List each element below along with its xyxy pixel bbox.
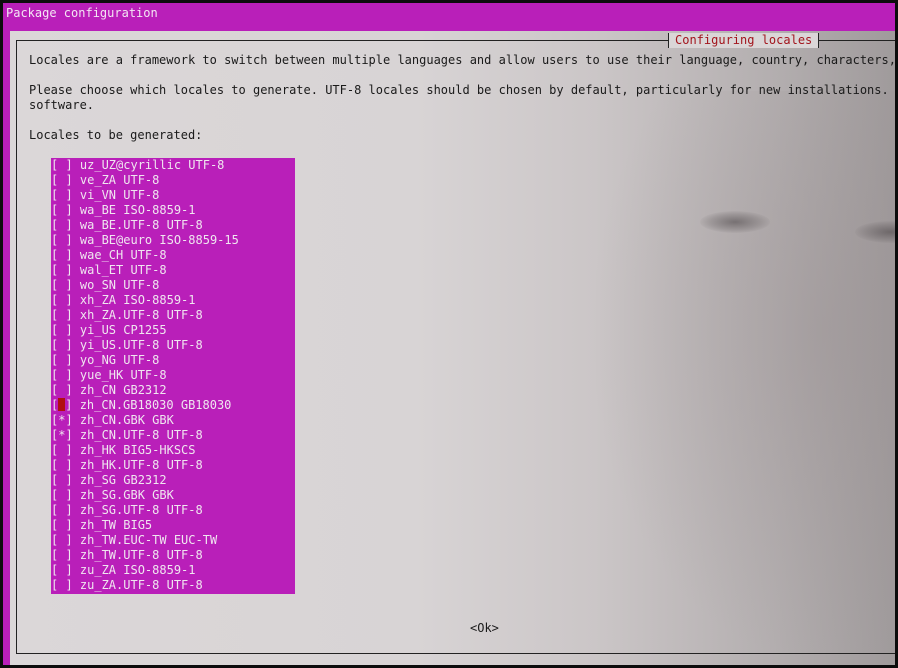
locale-label: wo_SN UTF-8	[72, 278, 160, 292]
locale-label: zu_ZA.UTF-8 UTF-8	[72, 578, 203, 592]
locale-label: yue_HK UTF-8	[72, 368, 167, 382]
locale-list-item[interactable]: [*] zh_CN.GBK GBK	[51, 413, 174, 428]
checkbox-unchecked[interactable]: [ ]	[51, 278, 73, 293]
locale-list-item[interactable]: [ ] zh_CN GB2312	[51, 383, 167, 398]
locale-label: zh_CN.GBK GBK	[72, 413, 174, 427]
locale-list-item[interactable]: [] zh_CN.GB18030 GB18030	[51, 398, 231, 413]
locale-label: zh_HK.UTF-8 UTF-8	[72, 458, 203, 472]
checkbox-unchecked[interactable]: [ ]	[51, 173, 73, 188]
checkbox-unchecked[interactable]: [ ]	[51, 323, 73, 338]
dialog-title: Configuring locales	[668, 33, 820, 48]
locale-label: wal_ET UTF-8	[72, 263, 167, 277]
locale-list-item[interactable]: [ ] zh_SG.GBK GBK	[51, 488, 174, 503]
locale-label: zh_CN.UTF-8 UTF-8	[72, 428, 203, 442]
checkbox-checked[interactable]: [*]	[51, 413, 73, 428]
locale-list-item[interactable]: [ ] wa_BE@euro ISO-8859-15	[51, 233, 239, 248]
locale-label: zh_SG.GBK GBK	[72, 488, 174, 502]
checkbox-unchecked[interactable]: [ ]	[51, 248, 73, 263]
choose-text-line-2: software.	[29, 98, 95, 112]
locale-list-item[interactable]: [ ] zu_ZA ISO-8859-1	[51, 563, 196, 578]
locale-list-item[interactable]: [ ] zu_ZA.UTF-8 UTF-8	[51, 578, 203, 593]
checkbox-unchecked[interactable]: [ ]	[51, 488, 73, 503]
locale-label: zh_CN.GB18030 GB18030	[72, 398, 232, 412]
locale-list-item[interactable]: [ ] wa_BE.UTF-8 UTF-8	[51, 218, 203, 233]
checkbox-unchecked[interactable]: [ ]	[51, 353, 73, 368]
locale-list-item[interactable]: [ ] yue_HK UTF-8	[51, 368, 167, 383]
locale-list-item[interactable]: [ ] wal_ET UTF-8	[51, 263, 167, 278]
locale-label: xh_ZA.UTF-8 UTF-8	[72, 308, 203, 322]
locale-list-item[interactable]: [ ] xh_ZA ISO-8859-1	[51, 293, 196, 308]
checkbox-unchecked[interactable]: [ ]	[51, 548, 73, 563]
locale-label: zu_ZA ISO-8859-1	[72, 563, 196, 577]
checkbox-unchecked[interactable]: [ ]	[51, 338, 73, 353]
locale-list-item[interactable]: [ ] zh_SG.UTF-8 UTF-8	[51, 503, 203, 518]
terminal-window: Package configuration Configuring locale…	[3, 3, 895, 665]
checkbox-unchecked[interactable]: [ ]	[51, 218, 73, 233]
locale-list-item[interactable]: [ ] zh_TW.EUC-TW EUC-TW	[51, 533, 217, 548]
checkbox-unchecked[interactable]: [ ]	[51, 158, 73, 173]
locale-label: wa_BE@euro ISO-8859-15	[72, 233, 239, 247]
locale-label: zh_TW.EUC-TW EUC-TW	[72, 533, 218, 547]
locale-list-item[interactable]: [ ] zh_HK BIG5-HKSCS	[51, 443, 196, 458]
locale-list-item[interactable]: [ ] uz_UZ@cyrillic UTF-8	[51, 158, 224, 173]
locale-list-item[interactable]: [ ] yo_NG UTF-8	[51, 353, 159, 368]
ok-button[interactable]: <Ok>	[470, 621, 499, 636]
checkbox-unchecked[interactable]: [ ]	[51, 383, 73, 398]
locale-label: yi_US.UTF-8 UTF-8	[72, 338, 203, 352]
checkbox-unchecked[interactable]: [ ]	[51, 293, 73, 308]
locale-list-item[interactable]: [ ] zh_HK.UTF-8 UTF-8	[51, 458, 203, 473]
choose-text-line-1: Please choose which locales to generate.…	[29, 83, 895, 97]
checkbox-unchecked[interactable]: [ ]	[51, 473, 73, 488]
config-dialog: Configuring locales Locales are a framew…	[10, 31, 895, 665]
checkbox-unchecked[interactable]: [ ]	[51, 188, 73, 203]
locale-list-item[interactable]: [ ] zh_TW BIG5	[51, 518, 152, 533]
locale-label: wae_CH UTF-8	[72, 248, 167, 262]
locale-list-item[interactable]: [ ] wae_CH UTF-8	[51, 248, 167, 263]
locale-list-item[interactable]: [ ] zh_SG GB2312	[51, 473, 167, 488]
locale-list-item[interactable]: [ ] ve_ZA UTF-8	[51, 173, 159, 188]
checkbox-unchecked[interactable]: [ ]	[51, 263, 73, 278]
checkbox-unchecked[interactable]: []	[51, 398, 72, 413]
checkbox-unchecked[interactable]: [ ]	[51, 578, 73, 593]
locale-label: zh_SG.UTF-8 UTF-8	[72, 503, 203, 517]
checkbox-unchecked[interactable]: [ ]	[51, 503, 73, 518]
locale-label: zh_TW.UTF-8 UTF-8	[72, 548, 203, 562]
locale-list-item[interactable]: [ ] wa_BE ISO-8859-1	[51, 203, 196, 218]
locale-list-item[interactable]: [ ] wo_SN UTF-8	[51, 278, 159, 293]
locale-list-item[interactable]: [ ] yi_US.UTF-8 UTF-8	[51, 338, 203, 353]
checkbox-unchecked[interactable]: [ ]	[51, 518, 73, 533]
locale-list-item[interactable]: [ ] xh_ZA.UTF-8 UTF-8	[51, 308, 203, 323]
list-label: Locales to be generated:	[29, 128, 203, 142]
checkbox-unchecked[interactable]: [ ]	[51, 533, 73, 548]
locale-label: yo_NG UTF-8	[72, 353, 160, 367]
locale-label: wa_BE ISO-8859-1	[72, 203, 196, 217]
locale-label: wa_BE.UTF-8 UTF-8	[72, 218, 203, 232]
checkbox-unchecked[interactable]: [ ]	[51, 233, 73, 248]
locale-list-item[interactable]: [ ] vi_VN UTF-8	[51, 188, 159, 203]
locale-label: zh_TW BIG5	[72, 518, 153, 532]
locale-list-item[interactable]: [ ] yi_US CP1255	[51, 323, 167, 338]
locale-list-item[interactable]: [*] zh_CN.UTF-8 UTF-8	[51, 428, 203, 443]
locale-list-item[interactable]: [ ] zh_TW.UTF-8 UTF-8	[51, 548, 203, 563]
locale-label: zh_HK BIG5-HKSCS	[72, 443, 196, 457]
locale-listbox[interactable]: [ ] uz_UZ@cyrillic UTF-8[ ] ve_ZA UTF-8[…	[51, 158, 295, 594]
checkbox-unchecked[interactable]: [ ]	[51, 308, 73, 323]
locale-label: uz_UZ@cyrillic UTF-8	[72, 158, 225, 172]
checkbox-unchecked[interactable]: [ ]	[51, 458, 73, 473]
locale-label: xh_ZA ISO-8859-1	[72, 293, 196, 307]
locale-label: zh_CN GB2312	[72, 383, 167, 397]
locale-label: ve_ZA UTF-8	[72, 173, 160, 187]
window-title: Package configuration	[6, 6, 158, 20]
intro-text: Locales are a framework to switch betwee…	[29, 53, 895, 67]
checkbox-unchecked[interactable]: [ ]	[51, 203, 73, 218]
checkbox-unchecked[interactable]: [ ]	[51, 368, 73, 383]
checkbox-unchecked[interactable]: [ ]	[51, 563, 73, 578]
locale-label: zh_SG GB2312	[72, 473, 167, 487]
locale-label: yi_US CP1255	[72, 323, 167, 337]
checkbox-unchecked[interactable]: [ ]	[51, 443, 73, 458]
checkbox-checked[interactable]: [*]	[51, 428, 73, 443]
text-cursor-icon	[58, 398, 66, 411]
locale-label: vi_VN UTF-8	[72, 188, 160, 202]
